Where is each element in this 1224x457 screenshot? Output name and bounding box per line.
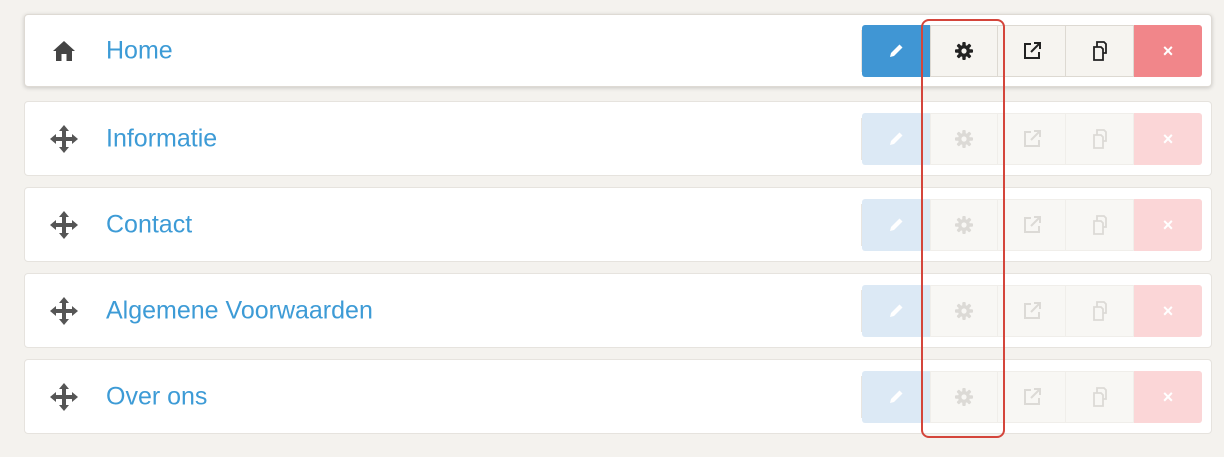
gear-icon [954, 41, 974, 61]
row-actions: × [861, 112, 1202, 166]
external-link-icon [1022, 301, 1042, 321]
open-external-button[interactable] [998, 24, 1066, 77]
move-icon[interactable] [49, 210, 79, 240]
page-title[interactable]: Informatie [106, 124, 217, 153]
pencil-icon [887, 42, 905, 60]
delete-button[interactable]: × [1134, 198, 1202, 251]
external-link-icon [1022, 41, 1042, 61]
move-icon[interactable] [49, 296, 79, 326]
settings-button[interactable] [930, 112, 998, 165]
row-actions: × [861, 198, 1202, 252]
gear-icon [954, 215, 974, 235]
close-icon: × [1162, 386, 1174, 407]
settings-button[interactable] [930, 24, 998, 77]
delete-button[interactable]: × [1134, 284, 1202, 337]
delete-button[interactable]: × [1134, 112, 1202, 165]
settings-button[interactable] [930, 284, 998, 337]
edit-button[interactable] [862, 198, 930, 251]
pencil-icon [887, 216, 905, 234]
close-icon: × [1162, 128, 1174, 149]
duplicate-button[interactable] [1066, 198, 1134, 251]
page-row[interactable]: Contact × [24, 187, 1212, 262]
row-actions: × [861, 284, 1202, 338]
edit-button[interactable] [862, 370, 930, 423]
page-title[interactable]: Contact [106, 210, 192, 239]
duplicate-button[interactable] [1066, 112, 1134, 165]
open-external-button[interactable] [998, 198, 1066, 251]
gear-icon [954, 387, 974, 407]
external-link-icon [1022, 215, 1042, 235]
open-external-button[interactable] [998, 112, 1066, 165]
external-link-icon [1022, 129, 1042, 149]
external-link-icon [1022, 387, 1042, 407]
pencil-icon [887, 388, 905, 406]
close-icon: × [1162, 214, 1174, 235]
close-icon: × [1162, 300, 1174, 321]
edit-button[interactable] [862, 24, 930, 77]
open-external-button[interactable] [998, 284, 1066, 337]
move-icon[interactable] [49, 124, 79, 154]
open-external-button[interactable] [998, 370, 1066, 423]
pencil-icon [887, 302, 905, 320]
gear-icon [954, 301, 974, 321]
home-icon [49, 36, 79, 66]
page-title[interactable]: Algemene Voorwaarden [106, 296, 373, 325]
copy-icon [1089, 300, 1111, 322]
settings-button[interactable] [930, 198, 998, 251]
close-icon: × [1162, 40, 1174, 61]
row-actions: × [861, 24, 1202, 78]
delete-button[interactable]: × [1134, 24, 1202, 77]
page-row[interactable]: Informatie × [24, 101, 1212, 176]
page-title[interactable]: Home [106, 36, 173, 65]
edit-button[interactable] [862, 284, 930, 337]
row-actions: × [861, 370, 1202, 424]
page-row[interactable]: Algemene Voorwaarden × [24, 273, 1212, 348]
page-row[interactable]: Over ons × [24, 359, 1212, 434]
delete-button[interactable]: × [1134, 370, 1202, 423]
edit-button[interactable] [862, 112, 930, 165]
settings-button[interactable] [930, 370, 998, 423]
duplicate-button[interactable] [1066, 24, 1134, 77]
copy-icon [1089, 128, 1111, 150]
page-title[interactable]: Over ons [106, 382, 207, 411]
move-icon[interactable] [49, 382, 79, 412]
page-row[interactable]: Home × [24, 14, 1212, 87]
copy-icon [1089, 386, 1111, 408]
copy-icon [1089, 214, 1111, 236]
duplicate-button[interactable] [1066, 284, 1134, 337]
copy-icon [1089, 40, 1111, 62]
duplicate-button[interactable] [1066, 370, 1134, 423]
gear-icon [954, 129, 974, 149]
pencil-icon [887, 130, 905, 148]
